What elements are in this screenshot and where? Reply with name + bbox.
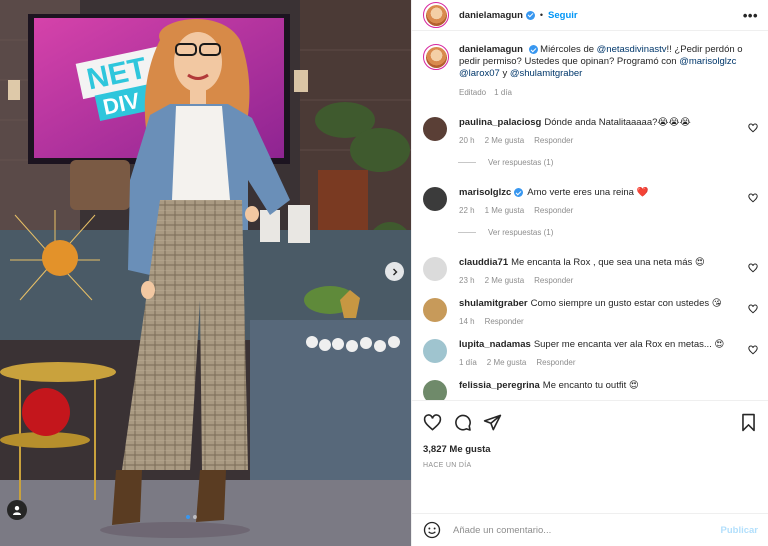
- more-options-icon[interactable]: •••: [743, 8, 758, 23]
- carousel-indicator: [186, 515, 197, 519]
- reply-button[interactable]: Responder: [536, 358, 575, 367]
- like-comment-heart-icon[interactable]: [748, 345, 758, 355]
- comment-item: shulamitgraber Como siempre un gusto esta…: [423, 298, 758, 326]
- post-image: NET DIV: [0, 0, 411, 546]
- like-comment-heart-icon[interactable]: [748, 123, 758, 133]
- comment-text: Me encanto tu outfit 😍: [542, 380, 639, 391]
- post-actions: 3,827 Me gusta HACE UN DÍA: [412, 400, 768, 513]
- comment-username[interactable]: lupita_nadamas: [459, 339, 531, 350]
- view-replies-button[interactable]: Ver respuestas (1): [458, 158, 758, 167]
- post-caption: danielamagun Miércoles de @netasdivinast…: [423, 44, 758, 99]
- comment-text: Me encanta la Rox , que sea una neta más…: [511, 257, 705, 268]
- reply-button[interactable]: Responder: [534, 206, 573, 215]
- mention-link[interactable]: @marisolglzc: [679, 56, 736, 67]
- view-replies-label: Ver respuestas (1): [488, 228, 554, 237]
- caption-text-3: y: [499, 68, 510, 79]
- mention-link[interactable]: @shulamitgraber: [510, 68, 582, 79]
- comment-time: 22 h: [459, 206, 475, 215]
- comment-avatar[interactable]: [423, 339, 447, 363]
- caption-author-avatar[interactable]: [423, 44, 449, 70]
- author-avatar[interactable]: [423, 2, 449, 28]
- comment-text: Super me encanta ver ala Rox en metas...…: [533, 339, 725, 350]
- emoji-icon[interactable]: [423, 521, 441, 539]
- comment-avatar[interactable]: [423, 187, 447, 211]
- mention-link[interactable]: @larox07: [459, 68, 500, 79]
- post-header: danielamagun • Seguir •••: [412, 0, 768, 31]
- replies-divider: [458, 232, 476, 233]
- reply-button[interactable]: Responder: [485, 317, 524, 326]
- post-timestamp[interactable]: HACE UN DÍA: [423, 462, 758, 469]
- view-replies-label: Ver respuestas (1): [488, 158, 554, 167]
- caption-edited: Editado: [459, 88, 487, 97]
- follow-button[interactable]: Seguir: [548, 10, 578, 21]
- comment-text: Amo verte eres una reina ❤️: [527, 187, 649, 198]
- comment-item: paulina_palaciosg Dónde anda Natalitaaaaa…: [423, 117, 758, 145]
- likes-count[interactable]: 3,827 Me gusta: [423, 444, 758, 455]
- comment-username[interactable]: felissia_peregrina: [459, 380, 540, 391]
- instagram-post-modal: NET DIV danielamagun • Seguir ••• daniel…: [0, 0, 768, 546]
- comment-time: 14 h: [459, 317, 475, 326]
- comment-username[interactable]: clauddia71: [459, 257, 508, 268]
- comment-username[interactable]: shulamitgraber: [459, 298, 528, 309]
- comments-list[interactable]: danielamagun Miércoles de @netasdivinast…: [412, 31, 768, 400]
- view-replies-button[interactable]: Ver respuestas (1): [458, 228, 758, 237]
- like-heart-icon[interactable]: [423, 413, 442, 432]
- caption-author[interactable]: danielamagun: [459, 44, 523, 55]
- add-comment-bar: Publicar: [412, 513, 768, 546]
- comment-text: Como siempre un gusto estar con ustedes …: [530, 298, 722, 309]
- reply-button[interactable]: Responder: [534, 136, 573, 145]
- tagged-users-button[interactable]: [7, 500, 27, 520]
- post-details-panel: danielamagun • Seguir ••• danielamagun M…: [411, 0, 768, 546]
- like-comment-heart-icon[interactable]: [748, 263, 758, 273]
- carousel-dot-active: [186, 515, 190, 519]
- comment-avatar[interactable]: [423, 380, 447, 400]
- comment-avatar[interactable]: [423, 117, 447, 141]
- comment-likes[interactable]: 2 Me gusta: [485, 276, 525, 285]
- comment-item: clauddia71 Me encanta la Rox , que sea un…: [423, 257, 758, 285]
- header-separator: •: [539, 10, 544, 20]
- comment-bubble-icon[interactable]: [453, 413, 472, 432]
- comment-username[interactable]: marisolglzc: [459, 187, 511, 198]
- likes-number: 3,827: [423, 444, 447, 455]
- comment-likes[interactable]: 1 Me gusta: [485, 206, 525, 215]
- caption-text-1: Miércoles de: [540, 44, 597, 55]
- author-username[interactable]: danielamagun: [459, 10, 523, 21]
- user-icon: [13, 506, 21, 515]
- comment-time: 1 día: [459, 358, 477, 367]
- replies-divider: [458, 162, 476, 163]
- chevron-right-icon: [392, 268, 397, 275]
- like-comment-heart-icon[interactable]: [748, 193, 758, 203]
- reply-button[interactable]: Responder: [534, 276, 573, 285]
- carousel-dot: [193, 515, 197, 519]
- comment-likes[interactable]: 2 Me gusta: [487, 358, 527, 367]
- comment-likes[interactable]: 2 Me gusta: [485, 136, 525, 145]
- bookmark-icon[interactable]: [739, 413, 758, 432]
- mention-link[interactable]: @netasdivinastv: [597, 44, 667, 55]
- like-comment-heart-icon[interactable]: [748, 304, 758, 314]
- likes-label: Me gusta: [449, 444, 491, 455]
- comment-item: felissia_peregrina Me encanto tu outfit 😍: [423, 380, 758, 400]
- comment-item: marisolglzc Amo verte eres una reina ❤️ 2…: [423, 187, 758, 215]
- comment-avatar[interactable]: [423, 298, 447, 322]
- comment-username[interactable]: paulina_palaciosg: [459, 117, 541, 128]
- verified-badge-icon: [528, 44, 538, 54]
- share-paper-plane-icon[interactable]: [483, 413, 502, 432]
- comment-text: Dónde anda Natalitaaaaa?😭😭😭: [544, 117, 691, 128]
- post-photo[interactable]: NET DIV: [0, 0, 411, 546]
- verified-badge-icon: [514, 187, 524, 197]
- publish-button[interactable]: Publicar: [721, 525, 759, 536]
- comment-item: lupita_nadamas Super me encanta ver ala R…: [423, 339, 758, 367]
- carousel-next-button[interactable]: [385, 262, 404, 281]
- comment-time: 20 h: [459, 136, 475, 145]
- verified-badge-icon: [525, 10, 535, 20]
- comment-avatar[interactable]: [423, 257, 447, 281]
- comment-input[interactable]: [453, 524, 721, 536]
- caption-time: 1 día: [494, 88, 512, 97]
- comment-time: 23 h: [459, 276, 475, 285]
